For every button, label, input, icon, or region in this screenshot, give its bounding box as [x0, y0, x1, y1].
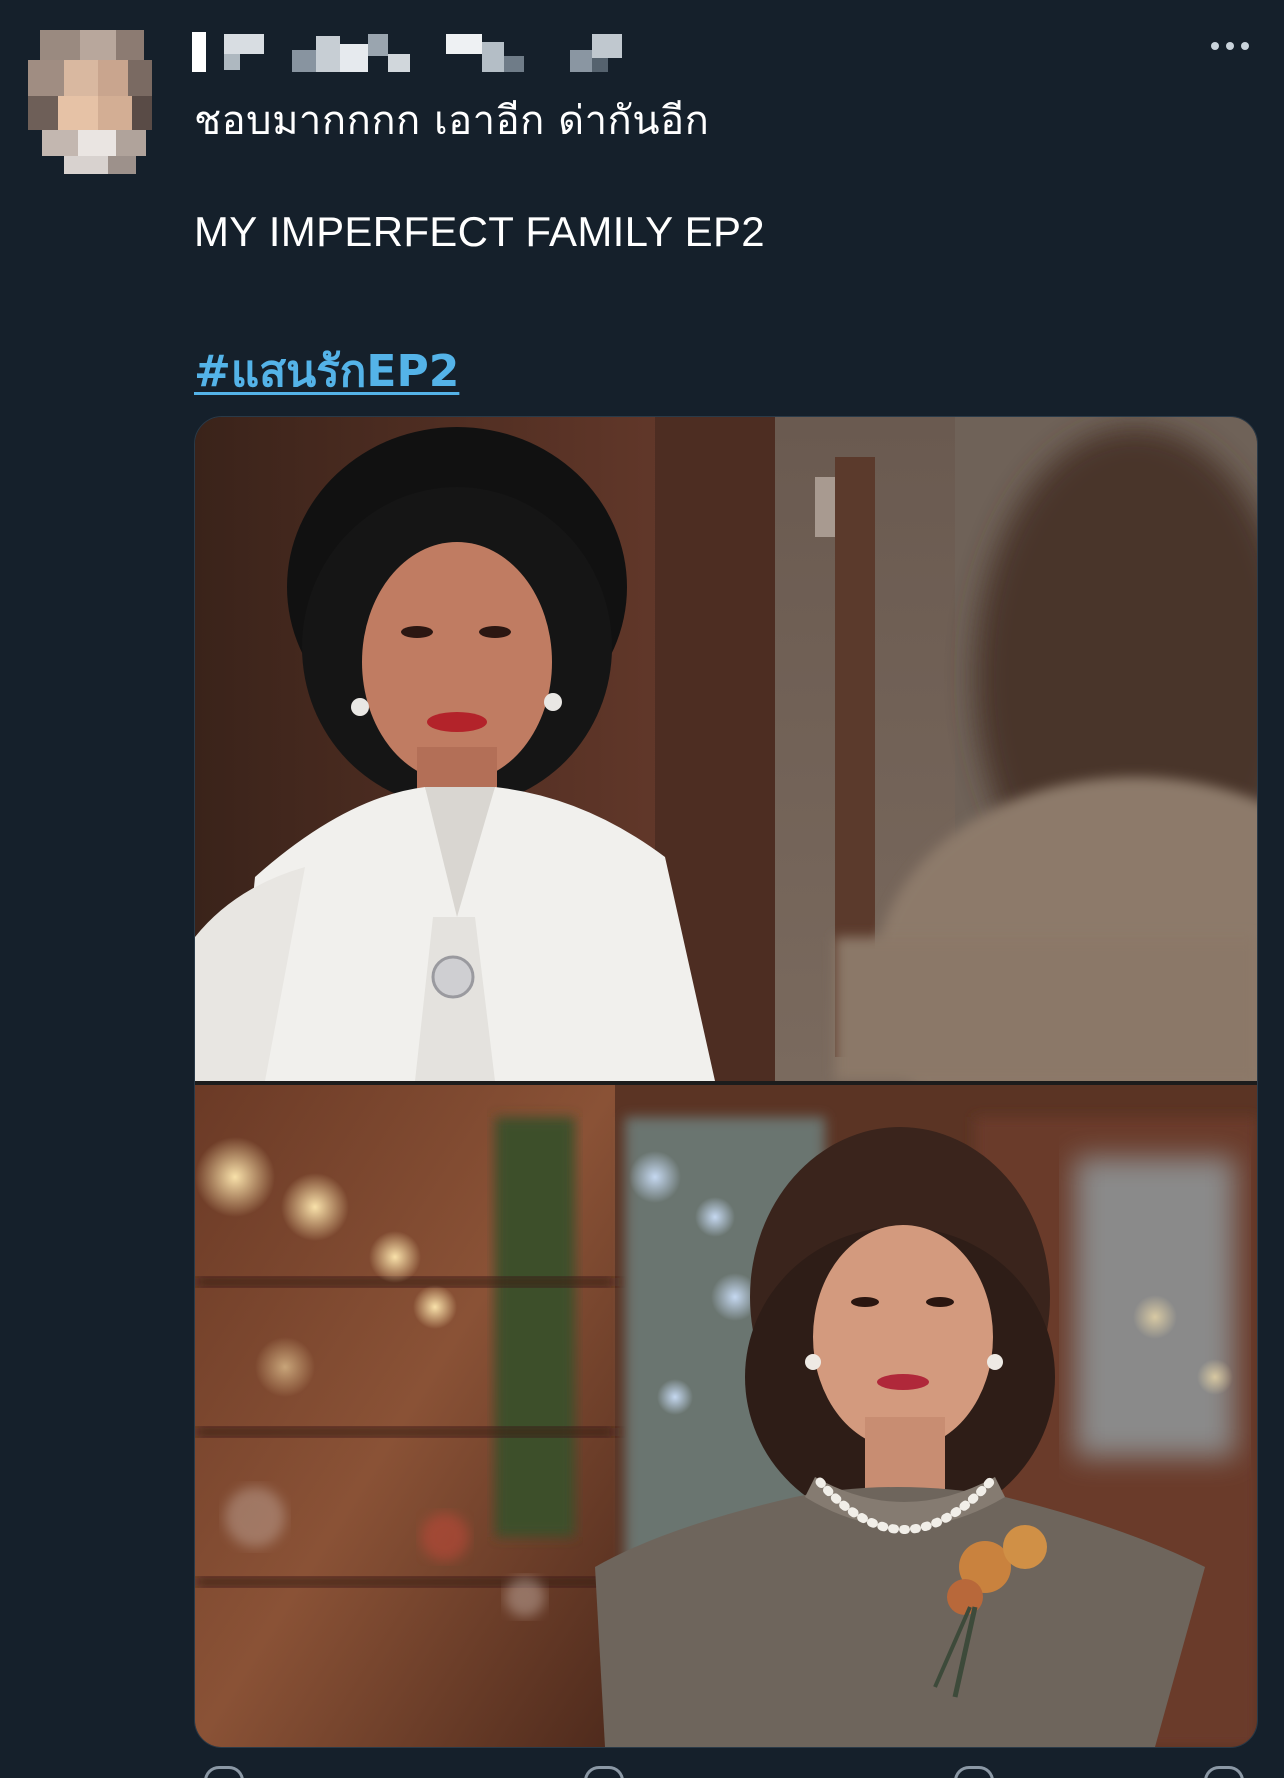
share-icon[interactable] — [1204, 1766, 1244, 1778]
tweet-text-line1: ชอบมากกกก เอาอีก ด่ากันอีก — [194, 98, 710, 144]
like-icon[interactable] — [954, 1766, 994, 1778]
hashtag-link[interactable]: #แสนรักEP2 — [194, 336, 459, 406]
tweet-screenshot: ชอบมากกกก เอาอีก ด่ากันอีก MY IMPERFECT … — [0, 0, 1284, 1778]
more-options-button[interactable] — [1204, 30, 1256, 62]
retweet-icon[interactable] — [584, 1766, 624, 1778]
more-options-icon — [1241, 42, 1249, 50]
author-name-redacted[interactable] — [192, 28, 652, 74]
tweet-actions — [194, 1762, 1256, 1778]
more-options-icon — [1211, 42, 1219, 50]
more-options-icon — [1226, 42, 1234, 50]
photo-woman-white-blouse — [195, 417, 1257, 1177]
tweet-text-line2: MY IMPERFECT FAMILY EP2 — [194, 208, 765, 255]
tweet-media[interactable] — [194, 416, 1258, 1748]
reply-icon[interactable] — [204, 1766, 244, 1778]
author-avatar[interactable] — [28, 30, 152, 174]
photo-woman-grey-dress-pearls — [195, 1085, 1257, 1747]
